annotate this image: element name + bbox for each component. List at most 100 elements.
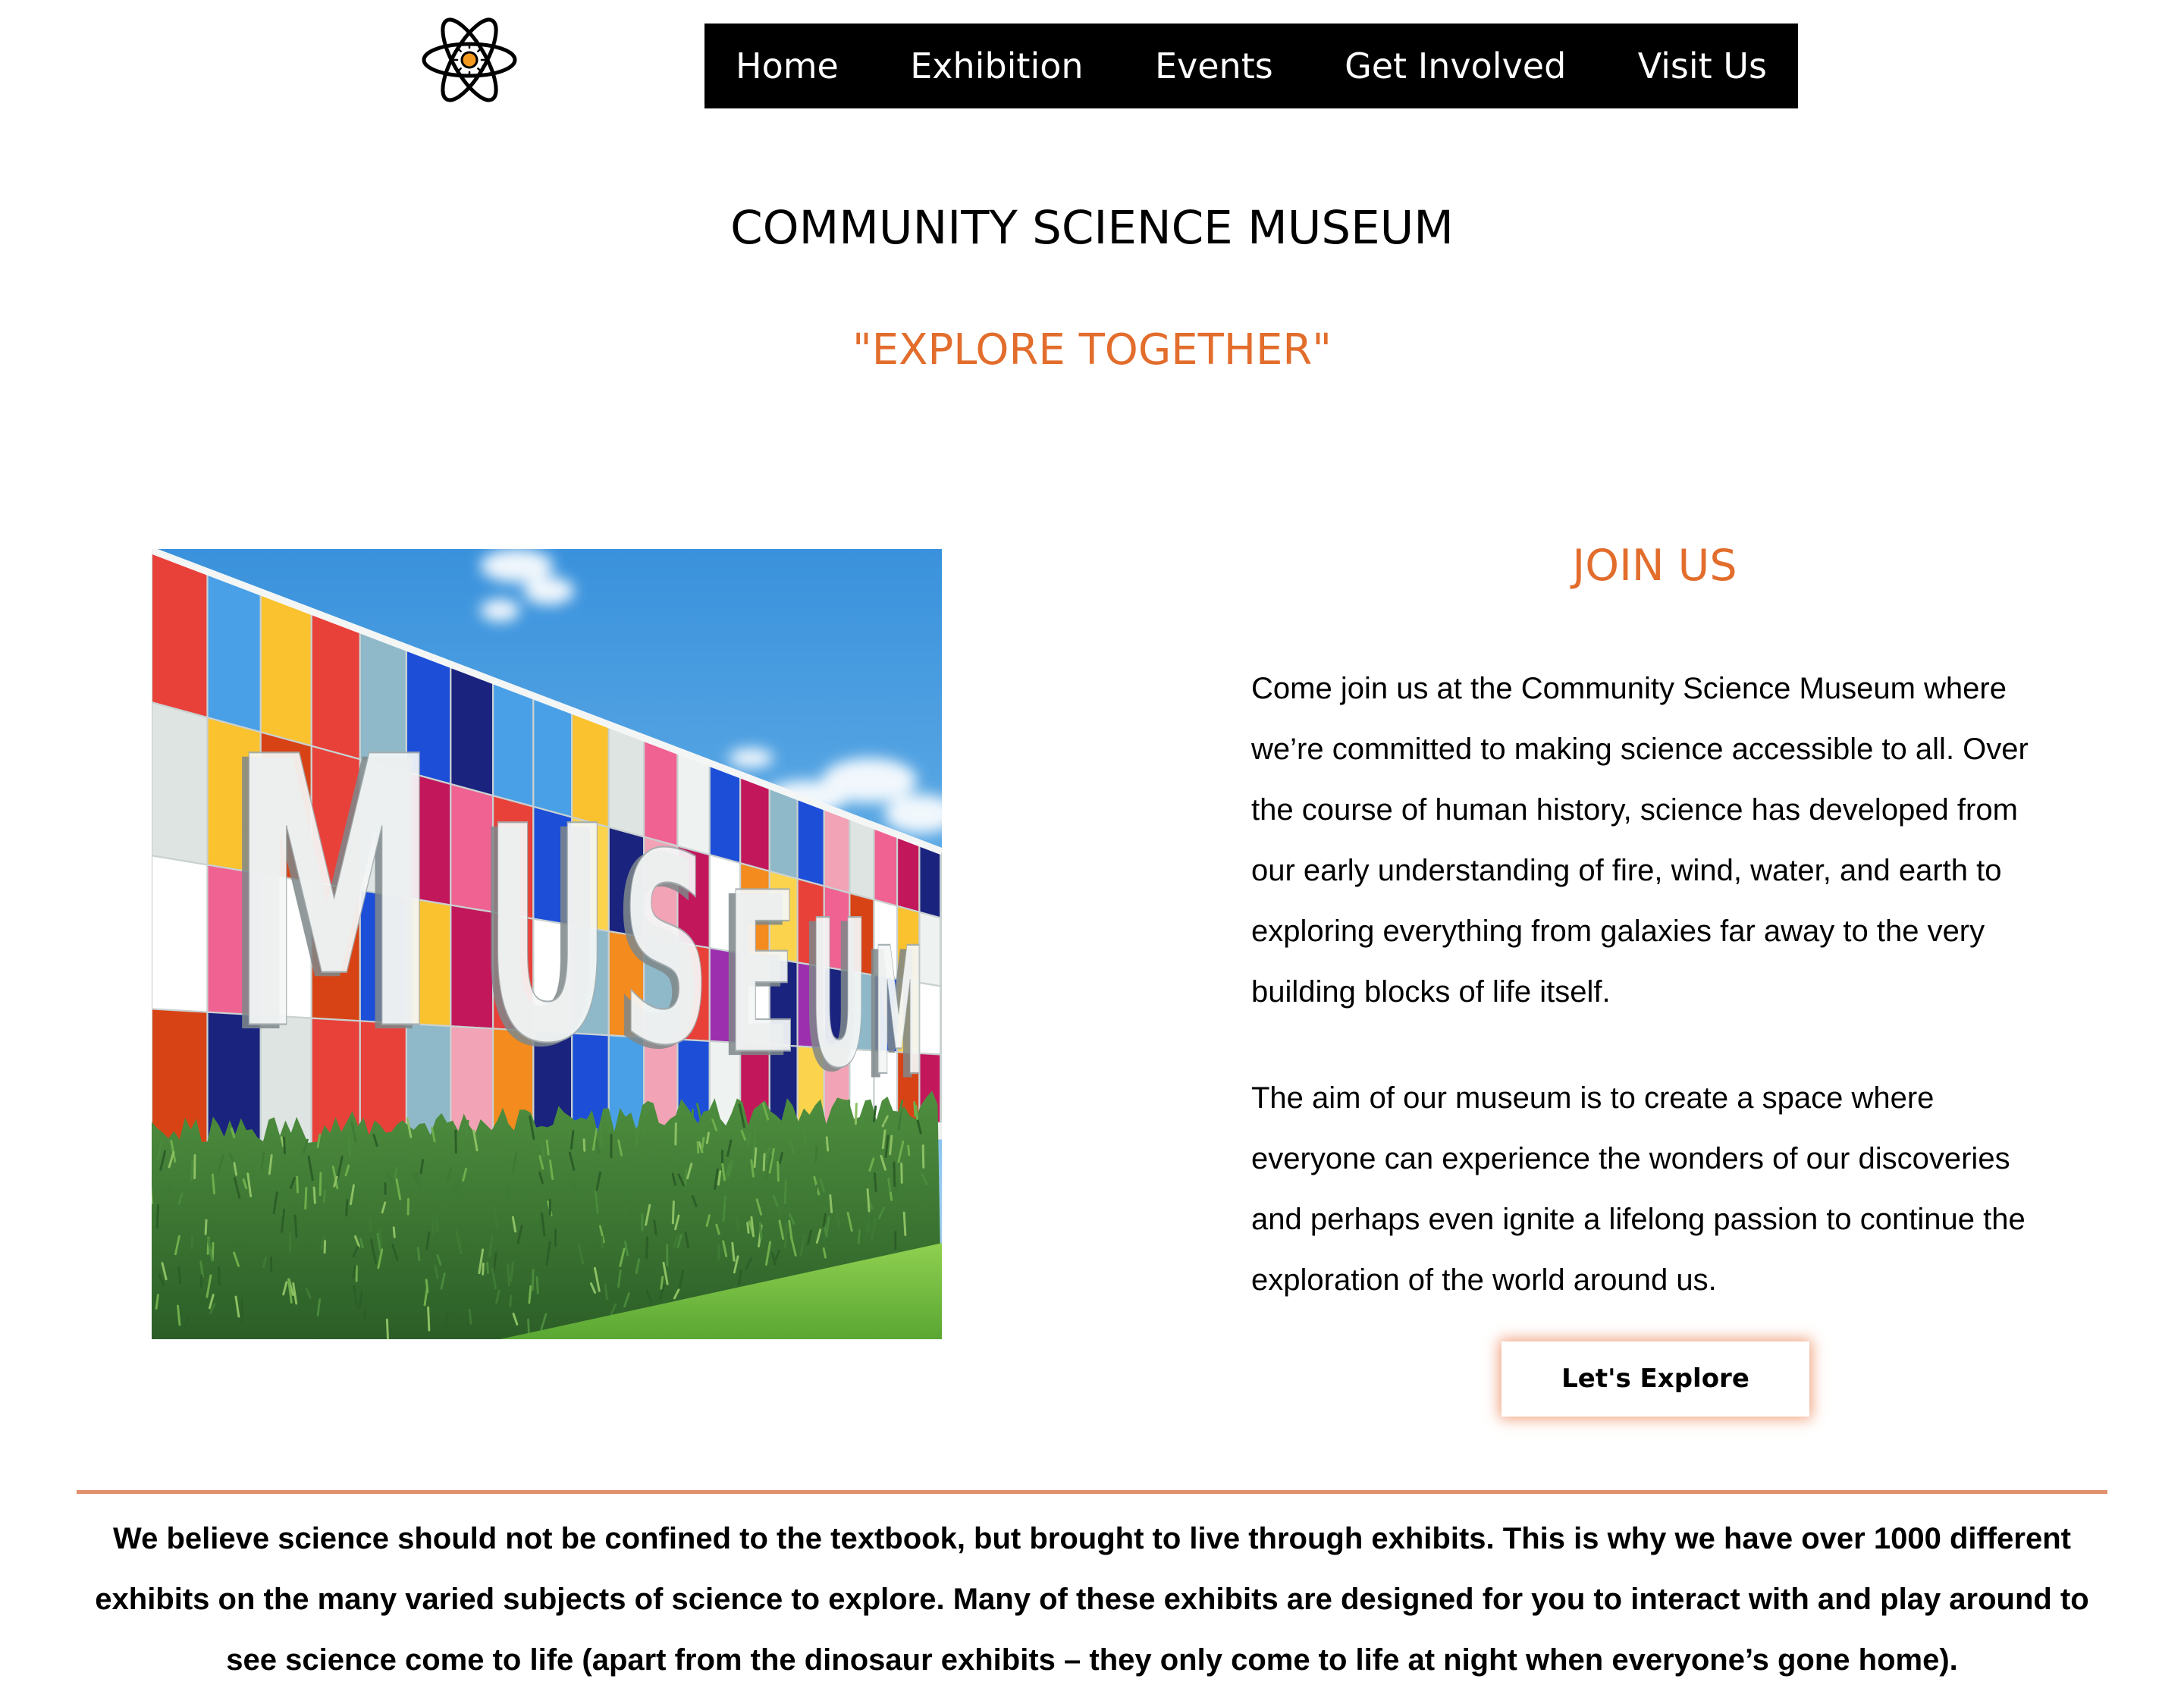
photo-grass-blade	[318, 1172, 322, 1197]
photo-grass-blade	[454, 1129, 457, 1154]
mission-statement: We believe science should not be confine…	[0, 1508, 2184, 1683]
photo-grass-blade	[582, 1138, 586, 1152]
photo-grass-blade	[777, 1161, 780, 1182]
photo-grass-blade	[468, 1308, 472, 1325]
photo-grass-blade	[753, 1147, 758, 1169]
join-paragraph: Come join us at the Community Science Mu…	[1251, 658, 2058, 1022]
text-line: building blocks of life itself.	[1251, 975, 1611, 1009]
photo-grass-blade	[660, 1276, 664, 1290]
nav-item-home[interactable]: Home	[736, 24, 839, 108]
nav-item-events[interactable]: Events	[1155, 24, 1273, 108]
photo-grass-blade	[312, 1186, 316, 1204]
photo-grass-blade	[829, 1194, 833, 1213]
photo-panel	[940, 985, 942, 1056]
page-title: COMMUNITY SCIENCE MUSEUM	[730, 201, 1454, 255]
photo-grass-blade	[385, 1318, 389, 1339]
photo-letter: U	[483, 764, 611, 1109]
nav-item-visit-us[interactable]: Visit Us	[1638, 24, 1767, 108]
photo-grass-blade	[509, 1294, 513, 1307]
text-line: exploration of the world around us.	[1251, 1263, 1717, 1297]
photo-panel	[940, 916, 942, 987]
photo-panel	[940, 848, 942, 920]
photo-grass-blade	[293, 1214, 298, 1238]
photo-grass-blade	[873, 1172, 877, 1193]
photo-grass-blade	[752, 1125, 757, 1152]
photo-grass-blade	[177, 1266, 182, 1285]
text-line: our early understanding of fire, wind, w…	[1251, 854, 2002, 887]
photo-grass-blade	[155, 1203, 159, 1229]
photo-grass-blade	[507, 1185, 510, 1205]
photo-grass-blade	[283, 1136, 286, 1155]
photo-grass-blade	[915, 1104, 919, 1120]
photo-grass-blade	[507, 1263, 510, 1287]
photo-grass-blade	[190, 1159, 194, 1181]
photo-grass-blade	[907, 1144, 911, 1156]
photo-grass-blade	[362, 1309, 367, 1322]
main-nav: Home Exhibition Events Get Involved Visi…	[704, 24, 1798, 108]
photo-grass-blade	[322, 1189, 327, 1203]
nav-item-exhibition[interactable]: Exhibition	[910, 24, 1083, 108]
photo-panel	[152, 549, 209, 719]
photo-grass-blade	[866, 1188, 871, 1213]
photo-grass-blade	[212, 1173, 215, 1195]
photo-grass-blade	[296, 1175, 300, 1194]
photo-grass-blade	[867, 1211, 871, 1233]
photo-grass-blade	[545, 1139, 550, 1156]
text-line: see science come to life (apart from the…	[226, 1643, 1958, 1677]
photo-grass-blade	[190, 1235, 194, 1250]
atom-icon	[422, 17, 517, 102]
text-line: we’re committed to making science access…	[1251, 733, 2029, 766]
photo-grass-blade	[896, 1181, 899, 1207]
photo-grass-blade	[416, 1247, 421, 1262]
photo-panel	[152, 701, 209, 866]
photo-letter: M	[874, 910, 924, 1115]
photo-grass-blade	[482, 1263, 485, 1276]
photo-grass-blade	[431, 1213, 435, 1235]
photo-panel	[152, 855, 209, 1013]
photo-grass-blade	[217, 1266, 221, 1286]
photo-letter: S	[621, 799, 711, 1103]
join-text: Come join us at the Community Science Mu…	[1251, 658, 2058, 1356]
photo-grass-blade	[902, 1211, 907, 1237]
text-line: exploring everything from galaxies far a…	[1251, 915, 1985, 948]
photo-grass-blade	[854, 1103, 858, 1125]
photo-letter: M	[230, 679, 439, 1112]
tagline: "EXPLORE TOGETHER"	[852, 325, 1332, 375]
photo-grass-blade	[425, 1279, 429, 1293]
join-paragraph: The aim of our museum is to create a spa…	[1251, 1068, 2058, 1310]
photo-grass-blade	[645, 1236, 648, 1260]
lets-explore-button[interactable]: Let's Explore	[1502, 1341, 1809, 1417]
join-heading: JOIN US	[1572, 541, 1737, 591]
photo-grass-blade	[347, 1134, 351, 1157]
photo-grass-blade	[921, 1144, 925, 1169]
photo-grass-blade	[601, 1235, 604, 1248]
photo-grass-blade	[531, 1269, 535, 1291]
text-line: We believe science should not be confine…	[113, 1522, 2071, 1555]
text-line: the course of human history, science has…	[1251, 793, 2018, 827]
photo-letter: U	[809, 877, 868, 1113]
photo-grass-blade	[456, 1179, 460, 1206]
photo-grass-blade	[893, 1161, 896, 1188]
photo-grass-blade	[822, 1194, 826, 1218]
site-logo[interactable]	[419, 12, 519, 108]
photo-grass-blade	[427, 1306, 431, 1332]
photo-panel	[940, 1053, 942, 1124]
photo-grass-blade	[635, 1127, 639, 1147]
photo-foliage	[152, 1090, 942, 1339]
photo-grass-blade	[814, 1146, 818, 1163]
museum-photo: MM UU SS EE UUMM	[152, 549, 942, 1339]
section-divider	[77, 1490, 2107, 1494]
page: Home Exhibition Events Get Involved Visi…	[0, 0, 2184, 1685]
photo-grass-blade	[857, 1229, 861, 1244]
photo-grass-blade	[888, 1178, 893, 1193]
text-line: and perhaps even ignite a lifelong passi…	[1251, 1203, 2026, 1236]
nav-item-get-involved[interactable]: Get Involved	[1345, 24, 1566, 108]
photo-grass-blade	[372, 1195, 376, 1211]
photo-letter: E	[726, 846, 799, 1103]
photo-grass-blade	[528, 1285, 532, 1304]
text-line: everyone can experience the wonders of o…	[1251, 1142, 2010, 1175]
photo-grass-blade	[369, 1216, 372, 1232]
text-line: Come join us at the Community Science Mu…	[1251, 672, 2007, 705]
text-line: The aim of our museum is to create a spa…	[1251, 1081, 1935, 1115]
text-line: exhibits on the many varied subjects of …	[95, 1583, 2089, 1616]
